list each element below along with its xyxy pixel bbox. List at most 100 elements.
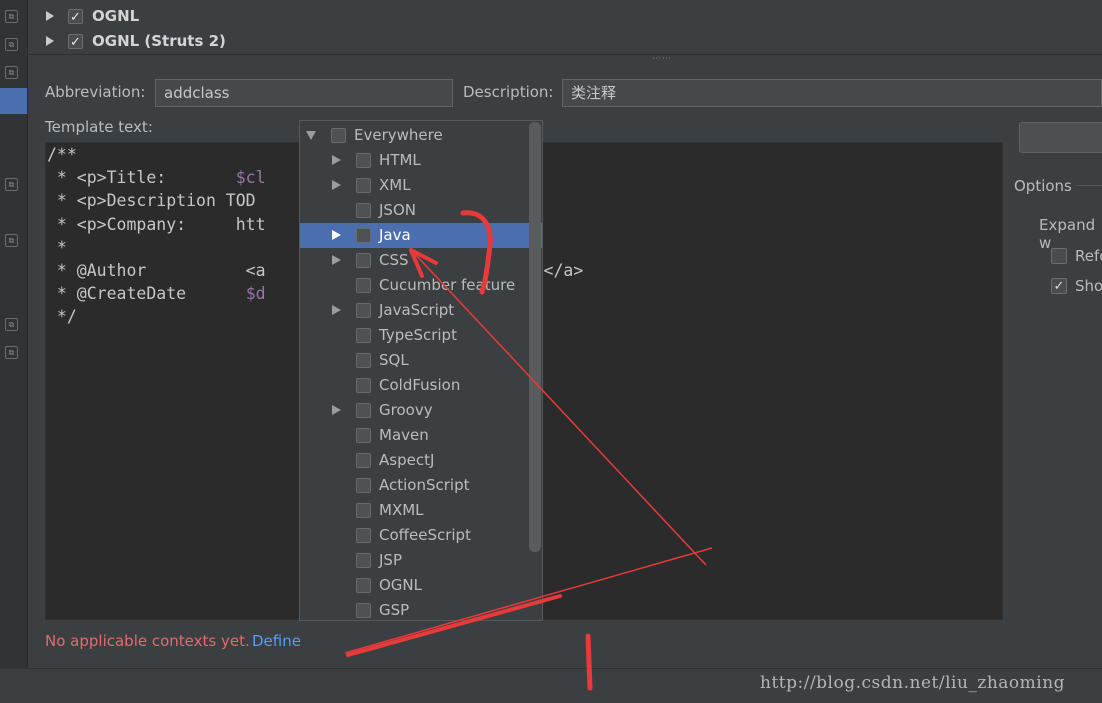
- context-label: ColdFusion: [379, 376, 461, 394]
- context-checkbox[interactable]: [331, 128, 346, 143]
- context-label: JSP: [379, 551, 402, 569]
- context-item[interactable]: JavaScript: [300, 298, 542, 323]
- left-gutter: ⧉ ⧉ ⧉ ⧉ ⧉ ⧉ ⧉: [0, 0, 28, 702]
- context-label: AspectJ: [379, 451, 435, 469]
- context-item[interactable]: MXML: [300, 498, 542, 523]
- context-item[interactable]: ColdFusion: [300, 373, 542, 398]
- context-item[interactable]: OGNL: [300, 573, 542, 598]
- expand-arrow-icon[interactable]: [332, 180, 341, 190]
- context-item[interactable]: XML: [300, 173, 542, 198]
- context-item[interactable]: Cucumber feature: [300, 273, 542, 298]
- context-label: TypeScript: [379, 326, 457, 344]
- context-item[interactable]: ActionScript: [300, 473, 542, 498]
- context-checkbox[interactable]: [356, 178, 371, 193]
- context-item[interactable]: GSP: [300, 598, 542, 620]
- context-checkbox[interactable]: [356, 228, 371, 243]
- context-checkbox[interactable]: [356, 328, 371, 343]
- copy-icon[interactable]: ⧉: [5, 66, 18, 79]
- context-checkbox[interactable]: [356, 578, 371, 593]
- code-line: *: [47, 237, 67, 257]
- context-label: CSS: [379, 251, 409, 269]
- context-item[interactable]: Groovy: [300, 398, 542, 423]
- shorten-fq-names-checkbox[interactable]: ✓: [1051, 278, 1067, 294]
- splitter-grip-icon[interactable]: ⋯⋯: [652, 54, 672, 64]
- description-label: Description:: [463, 83, 554, 101]
- expand-arrow-icon[interactable]: [46, 11, 54, 21]
- context-label: Java: [379, 226, 411, 244]
- popup-scrollbar[interactable]: [529, 122, 541, 552]
- context-label: HTML: [379, 151, 421, 169]
- context-checkbox[interactable]: [356, 603, 371, 618]
- abbreviation-input[interactable]: addclass: [155, 79, 453, 107]
- context-chooser-popup[interactable]: Everywhere HTML XML JSON Java CSS Cucumber fea…: [299, 120, 543, 621]
- expand-arrow-icon[interactable]: [332, 255, 341, 265]
- context-checkbox[interactable]: [356, 528, 371, 543]
- group-checkbox[interactable]: ✓: [68, 33, 83, 50]
- context-item[interactable]: AspectJ: [300, 448, 542, 473]
- edit-variables-button[interactable]: [1019, 122, 1102, 153]
- copy-icon[interactable]: ⧉: [5, 234, 18, 247]
- context-label: Maven: [379, 426, 429, 444]
- context-checkbox[interactable]: [356, 278, 371, 293]
- context-checkbox[interactable]: [356, 378, 371, 393]
- context-checkbox[interactable]: [356, 453, 371, 468]
- description-input[interactable]: 类注释: [562, 79, 1102, 107]
- context-label: ActionScript: [379, 476, 470, 494]
- context-checkbox[interactable]: [356, 353, 371, 368]
- context-checkbox[interactable]: [356, 553, 371, 568]
- context-item[interactable]: JSON: [300, 198, 542, 223]
- watermark: http://blog.csdn.net/liu_zhaoming: [760, 673, 1066, 693]
- template-text-label: Template text:: [45, 118, 153, 136]
- code-line: */: [47, 307, 77, 327]
- template-variable: $d: [245, 284, 266, 304]
- splitter[interactable]: [27, 54, 1102, 55]
- context-checkbox[interactable]: [356, 203, 371, 218]
- context-label: GSP: [379, 601, 410, 619]
- context-item[interactable]: TypeScript: [300, 323, 542, 348]
- expand-arrow-icon[interactable]: [332, 305, 341, 315]
- copy-icon[interactable]: ⧉: [5, 38, 18, 51]
- context-item[interactable]: JSP: [300, 548, 542, 573]
- context-checkbox[interactable]: [356, 503, 371, 518]
- expand-arrow-icon[interactable]: [332, 405, 341, 415]
- expand-arrow-icon[interactable]: [46, 36, 54, 46]
- context-checkbox[interactable]: [356, 428, 371, 443]
- collapse-arrow-icon[interactable]: [306, 131, 316, 140]
- copy-icon[interactable]: ⧉: [5, 318, 18, 331]
- define-context-link[interactable]: Define: [252, 632, 301, 650]
- context-checkbox[interactable]: [356, 303, 371, 318]
- copy-icon[interactable]: ⧉: [5, 10, 18, 23]
- context-item[interactable]: Maven: [300, 423, 542, 448]
- group-label: OGNL (Struts 2): [92, 32, 226, 50]
- context-item[interactable]: CSS: [300, 248, 542, 273]
- options-divider: [1076, 185, 1102, 186]
- context-label: XML: [379, 176, 411, 194]
- copy-icon[interactable]: ⧉: [5, 346, 18, 359]
- context-item[interactable]: SQL: [300, 348, 542, 373]
- gutter-selected-item[interactable]: [0, 88, 27, 114]
- context-label: SQL: [379, 351, 409, 369]
- context-label: OGNL: [379, 576, 423, 594]
- group-checkbox[interactable]: ✓: [68, 8, 83, 25]
- reformat-label: Refo: [1075, 247, 1102, 265]
- context-label: Cucumber feature: [379, 276, 516, 294]
- context-checkbox[interactable]: [356, 153, 371, 168]
- context-checkbox[interactable]: [356, 478, 371, 493]
- code-line: * <p>Description TOD: [47, 191, 256, 211]
- reformat-checkbox[interactable]: [1051, 248, 1067, 264]
- abbreviation-label: Abbreviation:: [45, 83, 146, 101]
- context-item[interactable]: HTML: [300, 148, 542, 173]
- expand-arrow-icon[interactable]: [332, 230, 341, 240]
- context-label: JSON: [379, 201, 416, 219]
- context-checkbox[interactable]: [356, 403, 371, 418]
- context-item[interactable]: Java: [300, 223, 542, 248]
- context-checkbox[interactable]: [356, 253, 371, 268]
- context-label: JavaScript: [379, 301, 455, 319]
- template-group-ognl-struts2[interactable]: ✓ OGNL (Struts 2): [46, 29, 226, 53]
- context-item[interactable]: Everywhere: [300, 123, 542, 148]
- context-item[interactable]: CoffeeScript: [300, 523, 542, 548]
- template-group-ognl[interactable]: ✓ OGNL: [46, 4, 139, 28]
- copy-icon[interactable]: ⧉: [5, 178, 18, 191]
- context-label: Everywhere: [354, 126, 443, 144]
- expand-arrow-icon[interactable]: [332, 155, 341, 165]
